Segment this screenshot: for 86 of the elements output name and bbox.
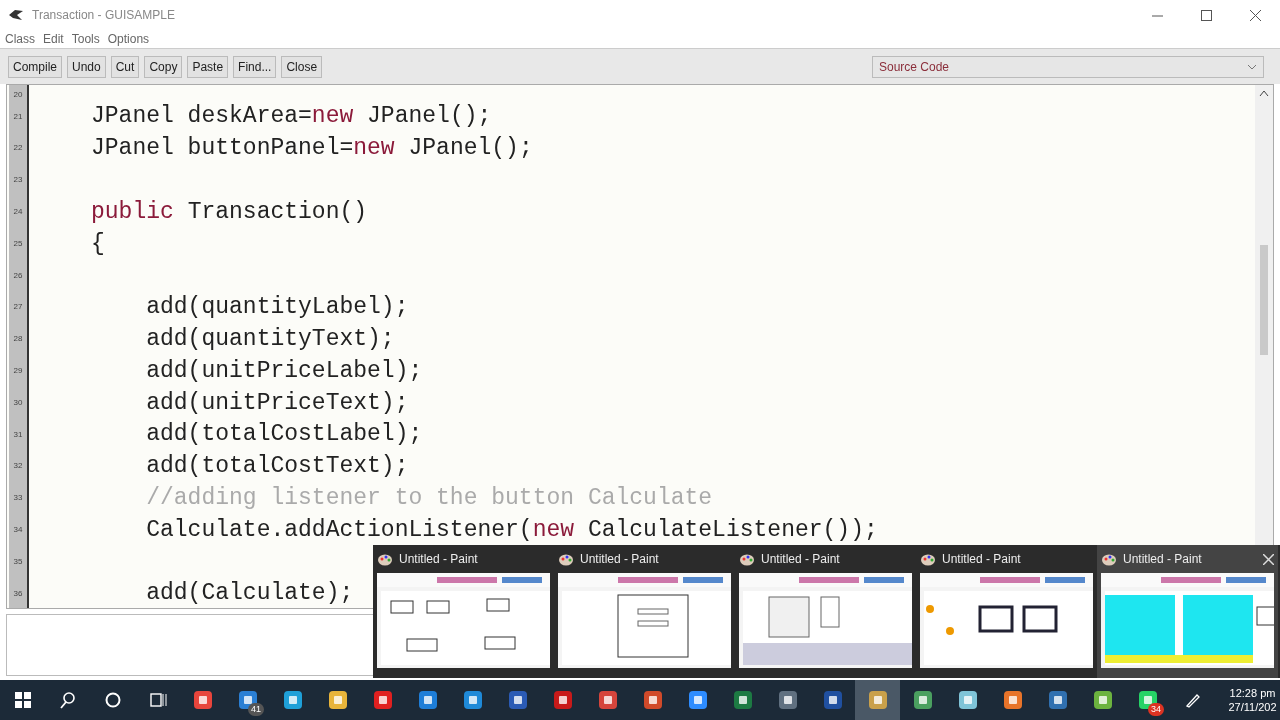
code-line: add(totalCostText); xyxy=(145,452,409,482)
code-line: JPanel deskArea=new JPanel(); xyxy=(91,102,492,132)
maximize-icon[interactable] xyxy=(1201,9,1212,21)
code-line: Calculate.addActionListener(new CalculateListener()); xyxy=(145,515,878,545)
thumbnail-title[interactable]: Untitled - Paint xyxy=(399,550,478,568)
toolbar-button[interactable]: Undo xyxy=(67,55,106,78)
search-icon[interactable] xyxy=(58,691,77,709)
line-number: 36 xyxy=(13,587,23,600)
palette-icon xyxy=(739,552,755,566)
clock-date[interactable]: 27/11/202 xyxy=(1225,700,1280,714)
app-icon[interactable] xyxy=(462,690,483,710)
code-line: add(unitPriceText); xyxy=(145,388,409,418)
toolbar-button[interactable]: Find... xyxy=(233,55,277,78)
toolbar-button[interactable]: Cut xyxy=(110,55,140,78)
line-number: 29 xyxy=(13,365,23,378)
line-number: 32 xyxy=(13,460,23,473)
app-icon[interactable] xyxy=(1092,690,1113,710)
chevron-down-icon xyxy=(1247,63,1257,70)
palette-icon xyxy=(558,552,574,566)
close-icon[interactable] xyxy=(1250,9,1261,21)
line-number: 26 xyxy=(13,269,23,282)
code-line: JPanel buttonPanel=new JPanel(); xyxy=(91,134,533,164)
clock-time[interactable]: 12:28 pm xyxy=(1225,686,1280,700)
app-icon[interactable] xyxy=(327,690,348,710)
app-icon[interactable] xyxy=(597,690,618,710)
start-button[interactable] xyxy=(13,691,32,709)
menu-item[interactable]: Tools xyxy=(71,30,100,48)
app-icon[interactable] xyxy=(777,690,798,710)
app-icon[interactable] xyxy=(192,690,213,710)
app-icon[interactable] xyxy=(912,690,933,710)
line-number: 20 xyxy=(13,88,23,101)
view-dropdown[interactable]: Source Code xyxy=(872,55,1264,78)
app-icon[interactable] xyxy=(822,690,843,710)
menu-item[interactable]: Class xyxy=(5,30,35,48)
line-number: 33 xyxy=(13,492,23,505)
toolbar-button[interactable]: Compile xyxy=(8,55,62,78)
code-line: add(quantityText); xyxy=(145,325,395,355)
app-icon[interactable] xyxy=(732,690,753,710)
code-line: add(quantityLabel); xyxy=(145,293,409,323)
line-number: 25 xyxy=(13,237,23,250)
code-line: add(totalCostLabel); xyxy=(145,420,423,450)
thumbnail-title[interactable]: Untitled - Paint xyxy=(580,550,659,568)
circle-icon[interactable] xyxy=(103,691,122,709)
app-icon[interactable] xyxy=(1047,690,1068,710)
app-icon[interactable] xyxy=(867,690,888,710)
thumbnail-title[interactable]: Untitled - Paint xyxy=(761,550,840,568)
app-icon[interactable] xyxy=(507,690,528,710)
app-icon xyxy=(8,8,24,22)
code-line: add(unitPriceLabel); xyxy=(145,356,423,386)
line-number: 34 xyxy=(13,524,23,537)
task-view-icon[interactable] xyxy=(148,691,167,709)
app-icon[interactable] xyxy=(372,690,393,710)
pen-icon[interactable] xyxy=(1184,692,1201,708)
line-number: 35 xyxy=(13,555,23,568)
scroll-thumb[interactable] xyxy=(1260,245,1268,355)
line-number: 21 xyxy=(13,110,23,123)
app-icon[interactable] xyxy=(552,690,573,710)
line-number: 27 xyxy=(13,301,23,314)
palette-icon xyxy=(377,552,393,566)
menu-item[interactable]: Options xyxy=(107,30,150,48)
menu-item[interactable]: Edit xyxy=(43,30,64,48)
line-number: 31 xyxy=(13,428,23,441)
app-icon[interactable] xyxy=(687,690,708,710)
app-icon[interactable] xyxy=(957,690,978,710)
palette-icon xyxy=(920,552,936,566)
code-line: { xyxy=(91,229,105,259)
app-icon[interactable] xyxy=(642,690,663,710)
toolbar-button[interactable]: Paste xyxy=(187,55,229,78)
app-icon[interactable] xyxy=(282,690,303,710)
line-number: 22 xyxy=(13,142,23,155)
toolbar-button[interactable]: Copy xyxy=(144,55,183,78)
code-line: add(Calculate); xyxy=(145,579,354,608)
app-icon[interactable] xyxy=(1002,690,1023,710)
thumbnail-title[interactable]: Untitled - Paint xyxy=(942,550,1021,568)
code-line: //adding listener to the button Calculate xyxy=(145,484,713,513)
line-number: 28 xyxy=(13,333,23,346)
toolbar-button[interactable]: Close xyxy=(281,55,323,78)
line-number: 24 xyxy=(13,206,23,219)
code-line: public Transaction() xyxy=(91,197,368,227)
scroll-up-icon[interactable] xyxy=(1259,89,1269,97)
palette-icon xyxy=(1101,552,1117,566)
line-number: 23 xyxy=(13,174,23,187)
app-icon[interactable] xyxy=(417,690,438,710)
thumbnail-title[interactable]: Untitled - Paint xyxy=(1123,550,1202,568)
line-number: 30 xyxy=(13,396,23,409)
window-title: Transaction - GUISAMPLE xyxy=(32,7,175,24)
